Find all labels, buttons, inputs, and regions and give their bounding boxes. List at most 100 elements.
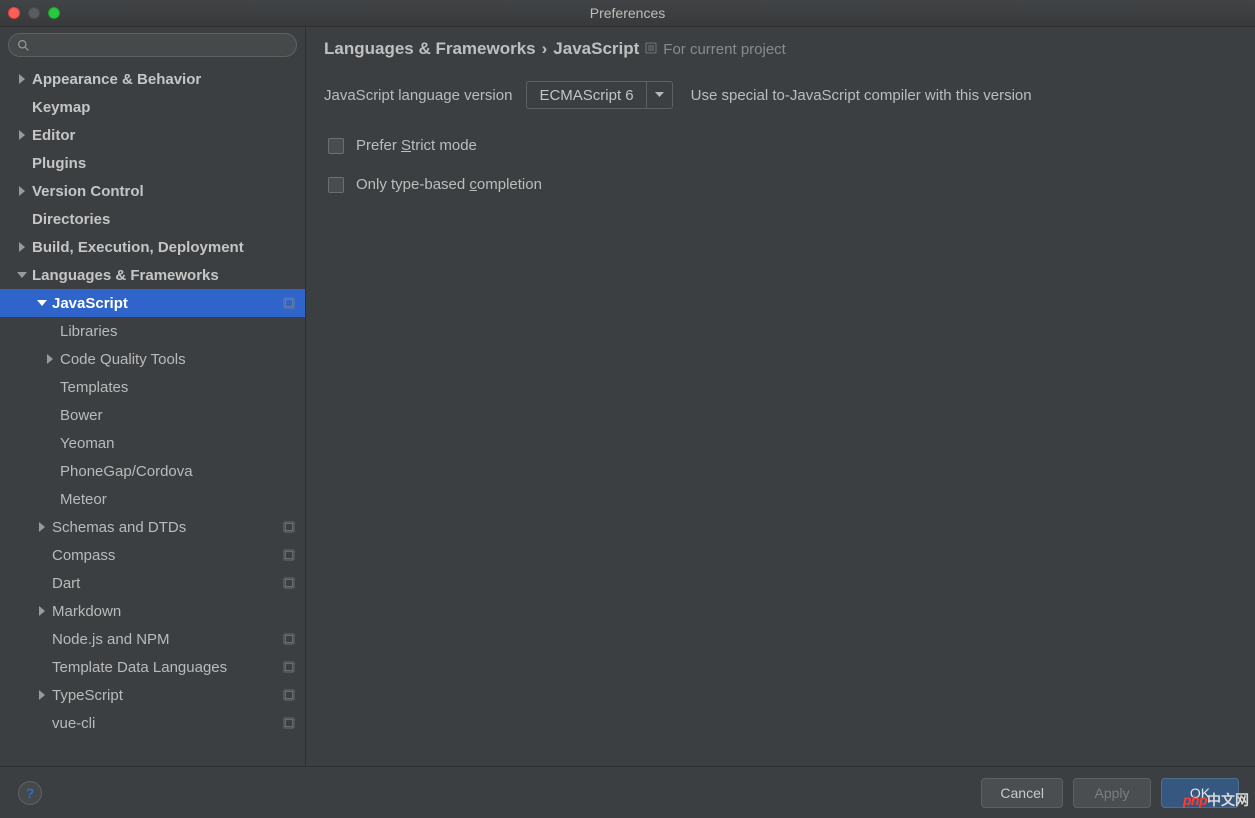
tree-item-label: Libraries (60, 323, 118, 340)
breadcrumb-scope: For current project (663, 41, 786, 58)
tree-item-label: Compass (52, 547, 115, 564)
chevron-right-icon[interactable] (36, 690, 48, 700)
project-scope-icon (283, 633, 295, 645)
tree-item[interactable]: Appearance & Behavior (0, 65, 305, 93)
tree-item[interactable]: Bower (0, 401, 305, 429)
window-minimize-button[interactable] (28, 7, 40, 19)
tree-item[interactable]: Template Data Languages (0, 653, 305, 681)
search-input[interactable] (36, 38, 288, 53)
tree-item[interactable]: Languages & Frameworks (0, 261, 305, 289)
tree-item-label: Directories (32, 211, 110, 228)
project-scope-icon (283, 549, 295, 561)
ok-button[interactable]: OK (1161, 778, 1239, 808)
tree-item-label: Templates (60, 379, 128, 396)
tree-item[interactable]: Schemas and DTDs (0, 513, 305, 541)
tree-item[interactable]: Version Control (0, 177, 305, 205)
preferences-main: Languages & Frameworks › JavaScript For … (306, 27, 1255, 766)
apply-button[interactable]: Apply (1073, 778, 1151, 808)
tree-item-label: Yeoman (60, 435, 115, 452)
chevron-right-icon[interactable] (16, 186, 28, 196)
tree-item-label: Node.js and NPM (52, 631, 170, 648)
tree-item-label: Code Quality Tools (60, 351, 186, 368)
tree-item[interactable]: JavaScript (0, 289, 305, 317)
breadcrumb-separator: › (542, 39, 548, 59)
tree-item-label: Dart (52, 575, 80, 592)
dialog-button-bar: ? Cancel Apply OK (0, 766, 1255, 818)
preferences-tree[interactable]: Appearance & Behavior Keymap Editor Plugins… (0, 63, 305, 766)
tree-item[interactable]: Dart (0, 569, 305, 597)
window-close-button[interactable] (8, 7, 20, 19)
tree-item[interactable]: Keymap (0, 93, 305, 121)
project-scope-icon (283, 661, 295, 673)
chevron-down-icon[interactable] (36, 299, 48, 307)
chevron-down-icon[interactable] (16, 271, 28, 279)
tree-item[interactable]: Code Quality Tools (0, 345, 305, 373)
tree-item-label: Languages & Frameworks (32, 267, 219, 284)
tree-item-label: Keymap (32, 99, 90, 116)
tree-item-label: Markdown (52, 603, 121, 620)
prefer-strict-checkbox[interactable] (328, 138, 344, 154)
chevron-right-icon[interactable] (44, 354, 56, 364)
tree-item[interactable]: Build, Execution, Deployment (0, 233, 305, 261)
tree-item[interactable]: Libraries (0, 317, 305, 345)
only-type-completion-label: Only type-based completion (356, 176, 542, 193)
breadcrumb: Languages & Frameworks › JavaScript For … (324, 39, 1235, 59)
tree-item-label: Schemas and DTDs (52, 519, 186, 536)
language-version-value: ECMAScript 6 (527, 82, 645, 108)
tree-item-label: Template Data Languages (52, 659, 227, 676)
cancel-button[interactable]: Cancel (981, 778, 1063, 808)
breadcrumb-current: JavaScript (553, 39, 639, 59)
tree-item-label: Bower (60, 407, 103, 424)
prefer-strict-label: Prefer Strict mode (356, 137, 477, 154)
window-zoom-button[interactable] (48, 7, 60, 19)
language-version-combo[interactable]: ECMAScript 6 (526, 81, 672, 109)
only-type-completion-checkbox[interactable] (328, 177, 344, 193)
only-type-completion-row[interactable]: Only type-based completion (324, 176, 1235, 193)
tree-item[interactable]: Markdown (0, 597, 305, 625)
tree-item[interactable]: TypeScript (0, 681, 305, 709)
prefer-strict-row[interactable]: Prefer Strict mode (324, 137, 1235, 154)
chevron-right-icon[interactable] (36, 606, 48, 616)
tree-item-label: Version Control (32, 183, 144, 200)
tree-item[interactable]: Templates (0, 373, 305, 401)
window-title: Preferences (0, 5, 1255, 21)
project-scope-icon (645, 39, 657, 59)
tree-item-label: Editor (32, 127, 75, 144)
tree-item-label: Meteor (60, 491, 107, 508)
preferences-sidebar: Appearance & Behavior Keymap Editor Plugins… (0, 27, 306, 766)
help-button[interactable]: ? (18, 781, 42, 805)
search-icon (17, 39, 30, 52)
tree-item[interactable]: Compass (0, 541, 305, 569)
window-titlebar: Preferences (0, 0, 1255, 27)
project-scope-icon (283, 297, 295, 309)
project-scope-icon (283, 521, 295, 533)
tree-item[interactable]: PhoneGap/Cordova (0, 457, 305, 485)
tree-item-label: TypeScript (52, 687, 123, 704)
language-version-label: JavaScript language version (324, 87, 512, 104)
project-scope-icon (283, 717, 295, 729)
tree-item[interactable]: vue-cli (0, 709, 305, 737)
language-version-hint: Use special to-JavaScript compiler with … (691, 87, 1032, 104)
tree-item[interactable]: Node.js and NPM (0, 625, 305, 653)
chevron-right-icon[interactable] (16, 74, 28, 84)
tree-item-label: Plugins (32, 155, 86, 172)
breadcrumb-parent[interactable]: Languages & Frameworks (324, 39, 536, 59)
tree-item-label: vue-cli (52, 715, 95, 732)
search-box[interactable] (8, 33, 297, 57)
project-scope-icon (283, 689, 295, 701)
tree-item[interactable]: Yeoman (0, 429, 305, 457)
tree-item[interactable]: Plugins (0, 149, 305, 177)
tree-item[interactable]: Directories (0, 205, 305, 233)
project-scope-icon (283, 577, 295, 589)
tree-item[interactable]: Editor (0, 121, 305, 149)
window-controls (8, 7, 60, 19)
tree-item-label: Build, Execution, Deployment (32, 239, 244, 256)
tree-item-label: PhoneGap/Cordova (60, 463, 193, 480)
chevron-right-icon[interactable] (16, 242, 28, 252)
tree-item[interactable]: Meteor (0, 485, 305, 513)
combo-dropdown-button[interactable] (646, 82, 672, 108)
tree-item-label: JavaScript (52, 295, 128, 312)
chevron-right-icon[interactable] (36, 522, 48, 532)
tree-item-label: Appearance & Behavior (32, 71, 201, 88)
chevron-right-icon[interactable] (16, 130, 28, 140)
